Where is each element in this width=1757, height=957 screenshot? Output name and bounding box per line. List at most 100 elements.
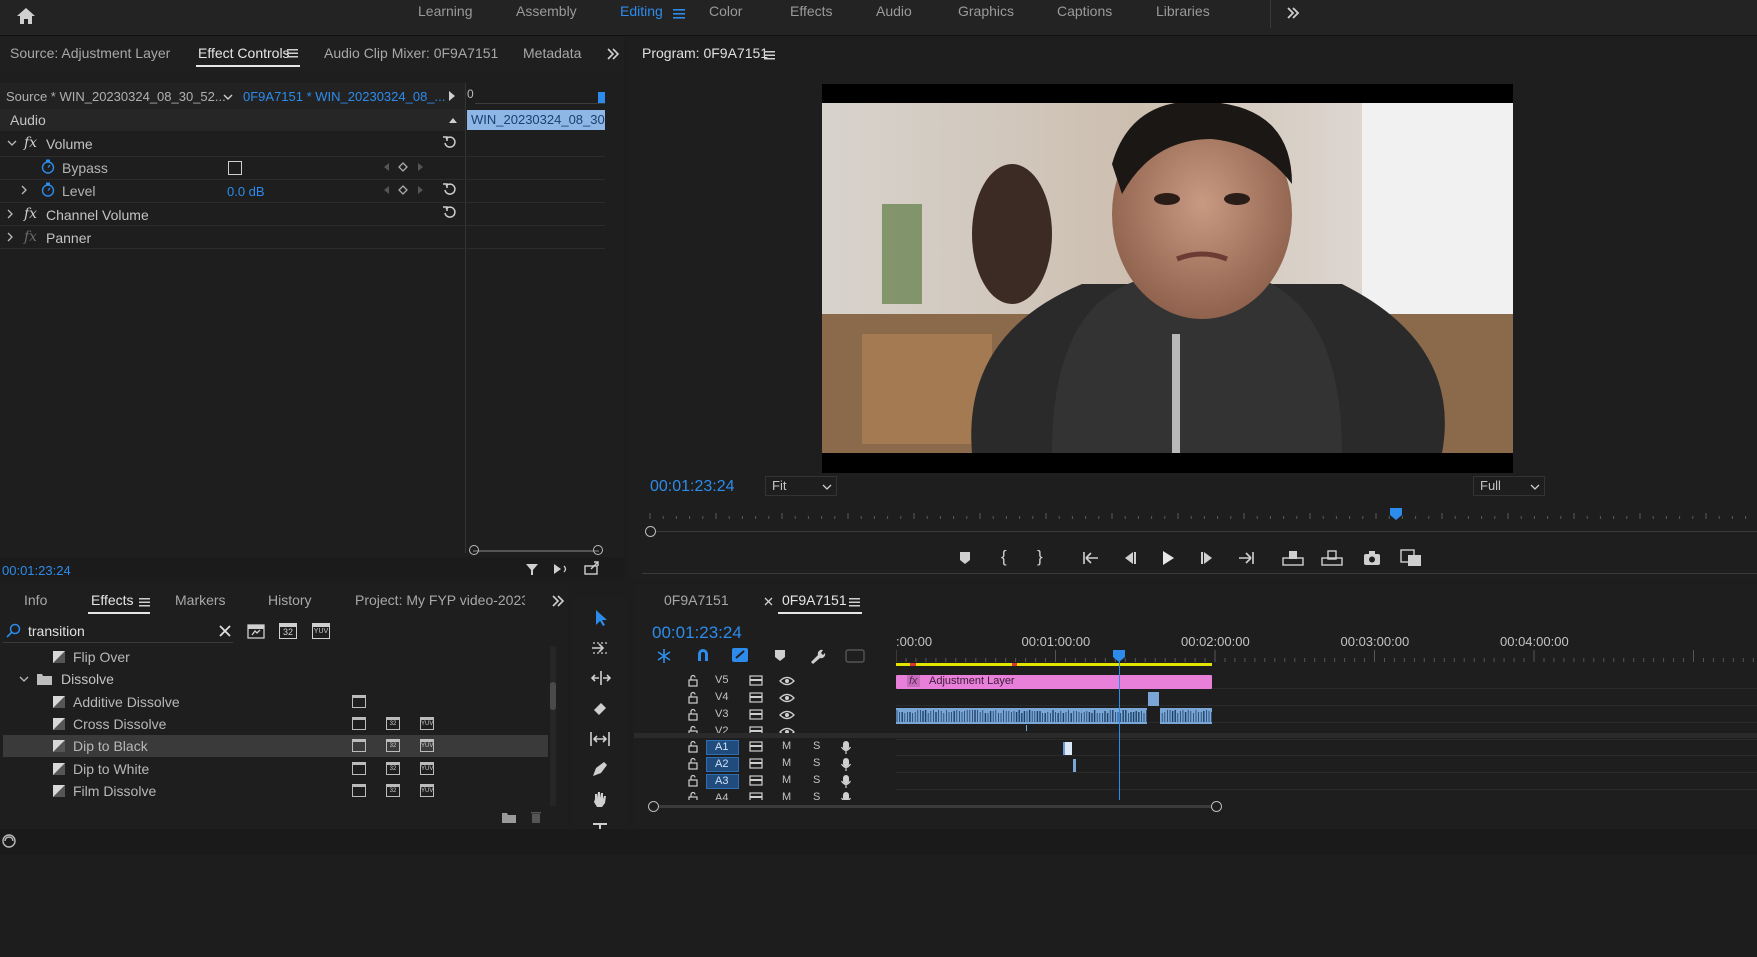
solo-button[interactable]: S [813,774,820,786]
panel-overflow-icon[interactable] [605,46,621,62]
lock-track-icon[interactable] [687,791,699,800]
sync-lock-icon[interactable] [749,792,763,800]
tab-metadata[interactable]: Metadata [523,45,581,61]
pen-tool-icon[interactable] [591,760,609,778]
play-icon[interactable] [1160,550,1176,566]
program-scrubber[interactable] [642,507,1757,527]
more-workspaces-icon[interactable] [1284,4,1302,22]
lock-track-icon[interactable] [687,708,699,721]
type-tool-icon[interactable] [592,820,608,829]
tab-history[interactable]: History [268,592,312,608]
zoom-handle-right[interactable] [593,545,603,555]
eye-toggle-icon[interactable] [779,693,795,703]
mute-button[interactable]: M [782,740,791,752]
effects-list-item[interactable]: Flip Over [3,646,548,668]
video-clip[interactable] [1148,692,1159,706]
effects-list-item[interactable]: Cross Dissolve 32 YUV [3,713,548,735]
prev-keyframe-icon[interactable] [382,162,390,172]
go-to-out-icon[interactable] [1237,551,1255,565]
workspace-tab-captions[interactable]: Captions [1057,3,1112,19]
add-keyframe-icon[interactable] [398,162,408,172]
sync-lock-icon[interactable] [749,775,763,786]
export-frame-icon[interactable] [1363,550,1381,566]
mark-out-icon[interactable]: } [1037,547,1043,567]
timeline-tab-2[interactable]: 0F9A7151 [782,592,847,608]
expand-channel-volume-icon[interactable] [6,209,14,219]
add-keyframe-icon[interactable] [398,185,408,195]
effect-controls-timecode[interactable]: 00:01:23:24 [2,563,71,578]
effects-menu-icon[interactable] [139,596,151,608]
bypass-checkbox[interactable] [228,161,242,175]
workspace-tab-color[interactable]: Color [709,3,742,19]
effects-folder[interactable]: Dissolve [3,668,548,690]
prev-keyframe-icon[interactable] [382,185,390,195]
sync-lock-icon[interactable] [749,709,763,720]
sync-lock-icon[interactable] [749,692,763,703]
tab-markers[interactable]: Markers [175,592,226,608]
fx-icon[interactable]: fx [24,135,37,151]
video-clip[interactable] [1026,725,1027,731]
play-audio-icon[interactable] [552,561,570,577]
tab-source[interactable]: Source: Adjustment Layer [10,45,170,61]
adjustment-layer-clip[interactable]: fx Adjustment Layer [896,675,1212,689]
filter-icon[interactable] [524,561,540,577]
timeline-menu-icon[interactable] [849,596,861,608]
stopwatch-icon[interactable] [41,182,55,197]
chevron-down-icon[interactable] [19,674,29,684]
workspace-tab-learning[interactable]: Learning [418,3,473,19]
workspace-tab-effects[interactable]: Effects [790,3,833,19]
mark-in-icon[interactable]: { [1001,547,1007,567]
new-bin-icon[interactable] [501,810,517,824]
selection-tool-icon[interactable] [593,609,609,627]
linked-selection-icon[interactable] [731,647,749,663]
timeline-tab-1[interactable]: 0F9A7151 [664,592,729,608]
clear-search-icon[interactable] [219,625,231,637]
microphone-icon[interactable] [841,757,851,772]
effect-controls-menu-icon[interactable] [287,47,299,59]
lift-icon[interactable] [1282,549,1304,566]
extract-icon[interactable] [1321,549,1343,566]
microphone-icon[interactable] [841,774,851,789]
razor-tool-icon[interactable] [591,700,609,718]
scrubber-zoom-handle[interactable] [645,526,656,537]
fx-icon[interactable]: fx [24,229,37,245]
expand-volume-icon[interactable] [7,138,17,148]
tab-effects[interactable]: Effects [91,592,134,608]
lock-track-icon[interactable] [687,740,699,753]
nest-toggle-icon[interactable] [655,648,673,664]
effects-list-item[interactable]: Film Dissolve 32 YUV [3,780,548,802]
sync-lock-icon[interactable] [749,675,763,686]
fit-dropdown[interactable]: Fit [765,476,837,496]
quality-dropdown[interactable]: Full [1473,476,1545,496]
solo-button[interactable]: S [813,757,820,769]
tab-project[interactable]: Project: My FYP video-2023-03 [355,592,525,608]
wrench-icon[interactable] [809,648,826,665]
mute-button[interactable]: M [782,774,791,786]
expand-panner-icon[interactable] [6,232,14,242]
program-video-frame[interactable] [822,84,1513,473]
go-to-in-icon[interactable] [1082,551,1100,565]
microphone-icon[interactable] [841,740,851,755]
timeline-timecode[interactable]: 00:01:23:24 [652,623,742,643]
captions-icon[interactable] [845,649,865,663]
next-keyframe-icon[interactable] [417,162,425,172]
lock-track-icon[interactable] [687,691,699,704]
workspace-tab-assembly[interactable]: Assembly [516,3,577,19]
reset-channel-volume-icon[interactable] [442,204,458,220]
tab-audio-clip-mixer[interactable]: Audio Clip Mixer: 0F9A7151 [324,45,498,61]
mini-timeline-zoom-bar[interactable] [473,550,599,552]
track-select-tool-icon[interactable] [590,640,612,656]
program-playhead[interactable] [1389,508,1402,520]
add-marker-icon[interactable] [774,649,786,663]
timeline-zoom-handle-left[interactable] [648,801,659,812]
step-back-icon[interactable] [1122,551,1138,565]
tab-info[interactable]: Info [24,592,47,608]
video-clips-v3[interactable] [896,708,1212,724]
eye-toggle-icon[interactable] [779,710,795,720]
workspace-tab-audio[interactable]: Audio [876,3,912,19]
yuv-filter-icon[interactable]: YUV [312,623,330,639]
lock-track-icon[interactable] [687,674,699,687]
workspace-tab-graphics[interactable]: Graphics [958,3,1014,19]
collapse-up-icon[interactable] [448,116,458,124]
delete-icon[interactable] [530,810,542,824]
